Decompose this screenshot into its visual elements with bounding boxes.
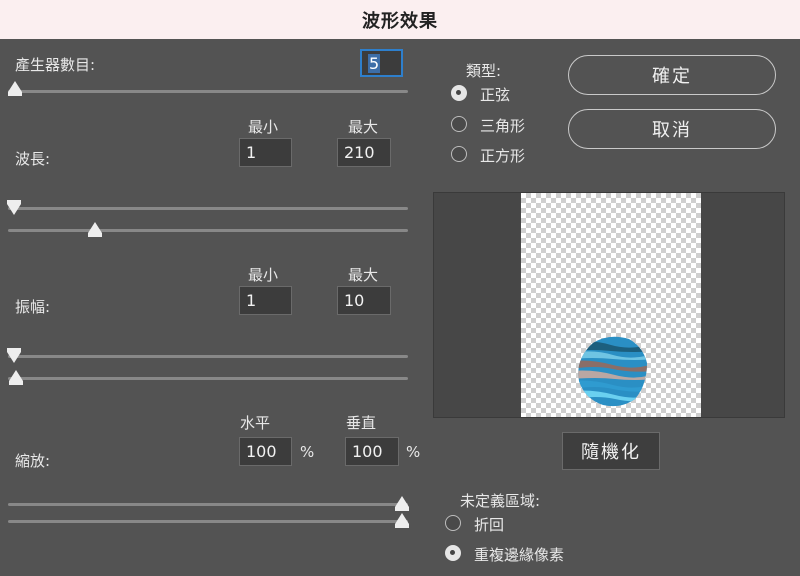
preview-wave-stone: [578, 336, 647, 407]
amplitude-min-slider-thumb[interactable]: [7, 348, 21, 363]
generators-value: 5: [368, 53, 381, 73]
undefined-areas-label: 未定義區域:: [460, 492, 541, 510]
wavelength-max-value: 210: [344, 143, 375, 162]
scale-vertical-input[interactable]: 100: [345, 437, 399, 466]
generators-input[interactable]: 5: [360, 49, 403, 77]
amplitude-min-slider-track[interactable]: [8, 355, 408, 358]
type-sine-label[interactable]: 正弦: [480, 84, 510, 105]
wavelength-max-slider-track[interactable]: [8, 229, 408, 232]
generators-slider-track[interactable]: [8, 90, 408, 93]
wavelength-max-slider-thumb[interactable]: [88, 222, 102, 237]
scale-horizontal-input[interactable]: 100: [239, 437, 292, 466]
wavelength-min-slider-track[interactable]: [8, 207, 408, 210]
amplitude-max-input[interactable]: 10: [337, 286, 391, 315]
scale-vertical-header: 垂直: [346, 414, 377, 432]
type-label: 類型:: [466, 62, 502, 80]
amplitude-max-value: 10: [344, 291, 365, 310]
wavelength-min-input[interactable]: 1: [239, 138, 292, 167]
type-triangle-label[interactable]: 三角形: [480, 115, 525, 136]
repeat-edge-pixels-radio[interactable]: [445, 545, 461, 561]
wavelength-min-header: 最小: [248, 118, 279, 136]
wavelength-max-input[interactable]: 210: [337, 138, 391, 167]
amplitude-min-value: 1: [246, 291, 257, 310]
generators-slider-thumb[interactable]: [8, 81, 22, 96]
amplitude-min-header: 最小: [248, 266, 279, 284]
type-triangle-radio[interactable]: [451, 116, 467, 132]
scale-vertical-value: 100: [352, 442, 383, 461]
generators-label: 產生器數目:: [15, 56, 96, 74]
wavelength-label: 波長:: [15, 150, 51, 168]
amplitude-max-header: 最大: [348, 266, 379, 284]
amplitude-min-input[interactable]: 1: [239, 286, 292, 315]
preview-canvas: [521, 193, 701, 417]
repeat-edge-pixels-label[interactable]: 重複邊緣像素: [474, 544, 564, 565]
type-sine-radio[interactable]: [451, 85, 467, 101]
wavelength-max-header: 最大: [348, 118, 379, 136]
type-square-radio[interactable]: [451, 146, 467, 162]
wavelength-min-value: 1: [246, 143, 257, 162]
scale-vertical-slider-track[interactable]: [8, 520, 408, 523]
wrap-around-radio[interactable]: [445, 515, 461, 531]
preview-panel: [433, 192, 785, 418]
dialog-title: 波形效果: [362, 10, 438, 32]
scale-horizontal-slider-thumb[interactable]: [395, 496, 409, 511]
randomize-button[interactable]: 隨機化: [562, 432, 660, 470]
dialog-title-bar: 波形效果: [0, 0, 800, 39]
scale-horizontal-value: 100: [246, 442, 277, 461]
type-square-label[interactable]: 正方形: [480, 145, 525, 166]
ok-button[interactable]: 確定: [568, 55, 776, 95]
scale-vertical-unit: %: [406, 443, 421, 461]
wavelength-min-slider-thumb[interactable]: [7, 200, 21, 215]
scale-horizontal-unit: %: [300, 443, 315, 461]
amplitude-max-slider-track[interactable]: [8, 377, 408, 380]
amplitude-label: 振幅:: [15, 298, 51, 316]
scale-horizontal-header: 水平: [240, 414, 271, 432]
scale-label: 縮放:: [15, 452, 51, 470]
scale-horizontal-slider-track[interactable]: [8, 503, 408, 506]
cancel-button[interactable]: 取消: [568, 109, 776, 149]
amplitude-max-slider-thumb[interactable]: [9, 370, 23, 385]
wrap-around-label[interactable]: 折回: [474, 514, 504, 535]
scale-vertical-slider-thumb[interactable]: [395, 513, 409, 528]
